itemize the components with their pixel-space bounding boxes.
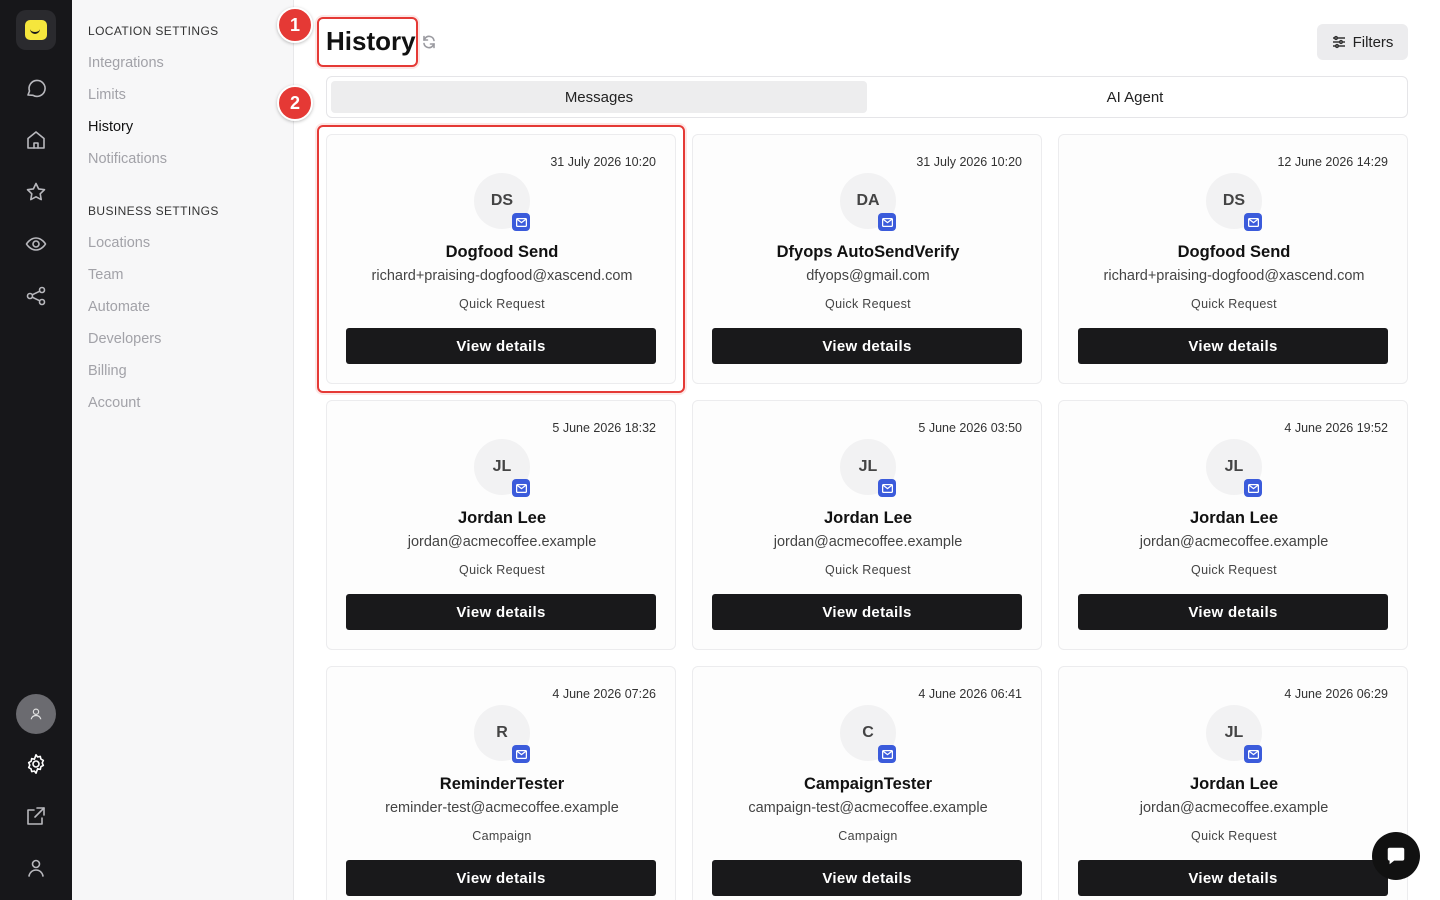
contact-email: richard+praising-dogfood@xascend.com — [1103, 268, 1365, 284]
mail-icon — [512, 745, 530, 763]
sidebar-item-developers[interactable]: Developers — [88, 331, 161, 347]
main-content: History Filters Messages AI Agent 31 Jul… — [277, 0, 1440, 900]
request-type-badge: Quick Request — [1191, 563, 1277, 577]
sidebar-item-history[interactable]: History — [88, 119, 133, 135]
view-details-button[interactable]: View details — [346, 860, 656, 896]
contact-email: campaign-test@acmecoffee.example — [748, 800, 988, 816]
user-avatar-icon[interactable] — [16, 694, 56, 734]
mail-icon — [1244, 213, 1262, 231]
settings-sidebar: LOCATION SETTINGS Integrations Limits Hi… — [72, 0, 294, 900]
chat-bubble-icon[interactable] — [16, 68, 56, 108]
star-icon[interactable] — [16, 172, 56, 212]
contact-email: jordan@acmecoffee.example — [407, 534, 597, 550]
card-date: 4 June 2026 06:29 — [1284, 687, 1388, 701]
mail-icon — [878, 213, 896, 231]
contact-name: Jordan Lee — [823, 509, 913, 527]
view-details-button[interactable]: View details — [1078, 328, 1388, 364]
mail-icon — [512, 213, 530, 231]
contact-name: Dogfood Send — [1177, 243, 1291, 261]
icon-rail — [0, 0, 72, 900]
contact-name: ReminderTester — [439, 775, 565, 793]
request-type-badge: Quick Request — [1191, 829, 1277, 843]
card-date: 31 July 2026 10:20 — [550, 155, 656, 169]
contact-email: richard+praising-dogfood@xascend.com — [371, 268, 633, 284]
page-title: History — [326, 26, 416, 56]
sidebar-item-notifications[interactable]: Notifications — [88, 151, 167, 167]
card-date: 5 June 2026 03:50 — [918, 421, 1022, 435]
contact-name: Jordan Lee — [1189, 509, 1279, 527]
contact-email: jordan@acmecoffee.example — [1139, 800, 1329, 816]
location-settings-heading: LOCATION SETTINGS — [88, 24, 219, 38]
annotation-badge-1: 1 — [277, 7, 313, 43]
sidebar-item-team[interactable]: Team — [88, 267, 123, 283]
card-date: 4 June 2026 07:26 — [552, 687, 656, 701]
view-details-button[interactable]: View details — [712, 860, 1022, 896]
view-details-button[interactable]: View details — [1078, 594, 1388, 630]
request-type-badge: Quick Request — [459, 563, 545, 577]
sidebar-item-automate[interactable]: Automate — [88, 299, 150, 315]
contact-email: reminder-test@acmecoffee.example — [385, 800, 619, 816]
contact-email: dfyops@gmail.com — [806, 268, 930, 284]
contact-name: Dfyops AutoSendVerify — [776, 243, 960, 261]
request-type-badge: Campaign — [838, 829, 898, 843]
message-card: 4 June 2026 06:41 C CampaignTester campaign… — [692, 666, 1042, 900]
sidebar-item-integrations[interactable]: Integrations — [88, 55, 164, 71]
contact-email: jordan@acmecoffee.example — [1139, 534, 1329, 550]
sidebar-item-account[interactable]: Account — [88, 395, 140, 411]
card-date: 4 June 2026 06:41 — [918, 687, 1022, 701]
request-type-badge: Quick Request — [1191, 297, 1277, 311]
mail-icon — [1244, 479, 1262, 497]
contact-name: Jordan Lee — [457, 509, 547, 527]
message-card: 4 June 2026 19:52 JL Jordan Lee jordan@acme… — [1058, 400, 1408, 650]
mail-icon — [878, 745, 896, 763]
message-card: 31 July 2026 10:20 DA Dfyops AutoSendVerif… — [692, 134, 1042, 384]
card-date: 4 June 2026 19:52 — [1284, 421, 1388, 435]
view-details-button[interactable]: View details — [346, 328, 656, 364]
sidebar-item-limits[interactable]: Limits — [88, 87, 126, 103]
filters-label: Filters — [1352, 33, 1394, 51]
filters-button[interactable]: Filters — [1317, 24, 1408, 60]
share-icon[interactable] — [16, 276, 56, 316]
refresh-icon[interactable] — [421, 34, 437, 50]
chat-icon[interactable] — [1372, 832, 1420, 880]
view-details-button[interactable]: View details — [1078, 860, 1388, 896]
card-date: 31 July 2026 10:20 — [916, 155, 1022, 169]
sidebar-item-locations[interactable]: Locations — [88, 235, 150, 251]
request-type-badge: Quick Request — [825, 297, 911, 311]
request-type-badge: Quick Request — [825, 563, 911, 577]
external-link-icon[interactable] — [16, 796, 56, 836]
message-card: 31 July 2026 10:20 DS Dogfood Send richard+… — [326, 134, 676, 384]
eye-icon[interactable] — [16, 224, 56, 264]
tab-messages[interactable]: Messages — [331, 81, 867, 113]
message-card: 5 June 2026 03:50 JL Jordan Lee jordan@acme… — [692, 400, 1042, 650]
message-card: 4 June 2026 07:26 R ReminderTester reminder… — [326, 666, 676, 900]
message-card: 5 June 2026 18:32 JL Jordan Lee jordan@acme… — [326, 400, 676, 650]
contact-email: jordan@acmecoffee.example — [773, 534, 963, 550]
message-card: 12 June 2026 14:29 DS Dogfood Send richard+… — [1058, 134, 1408, 384]
card-date: 5 June 2026 18:32 — [552, 421, 656, 435]
message-card: 4 June 2026 06:29 JL Jordan Lee jordan@acme… — [1058, 666, 1408, 900]
mail-icon — [878, 479, 896, 497]
annotation-badge-2: 2 — [277, 85, 313, 121]
home-icon[interactable] — [16, 120, 56, 160]
view-details-button[interactable]: View details — [712, 328, 1022, 364]
request-type-badge: Campaign — [472, 829, 532, 843]
mail-icon — [1244, 745, 1262, 763]
view-details-button[interactable]: View details — [346, 594, 656, 630]
sidebar-item-billing[interactable]: Billing — [88, 363, 127, 379]
sliders-icon — [1332, 35, 1345, 49]
contact-name: CampaignTester — [803, 775, 933, 793]
gear-icon[interactable] — [16, 744, 56, 784]
business-settings-heading: BUSINESS SETTINGS — [88, 204, 219, 218]
logo-icon[interactable] — [16, 10, 56, 50]
request-type-badge: Quick Request — [459, 297, 545, 311]
tab-ai-agent[interactable]: AI Agent — [867, 81, 1403, 113]
tab-bar: Messages AI Agent — [326, 76, 1408, 118]
contact-name: Dogfood Send — [445, 243, 559, 261]
contact-name: Jordan Lee — [1189, 775, 1279, 793]
card-date: 12 June 2026 14:29 — [1277, 155, 1388, 169]
mail-icon — [512, 479, 530, 497]
person-icon[interactable] — [16, 848, 56, 888]
view-details-button[interactable]: View details — [712, 594, 1022, 630]
